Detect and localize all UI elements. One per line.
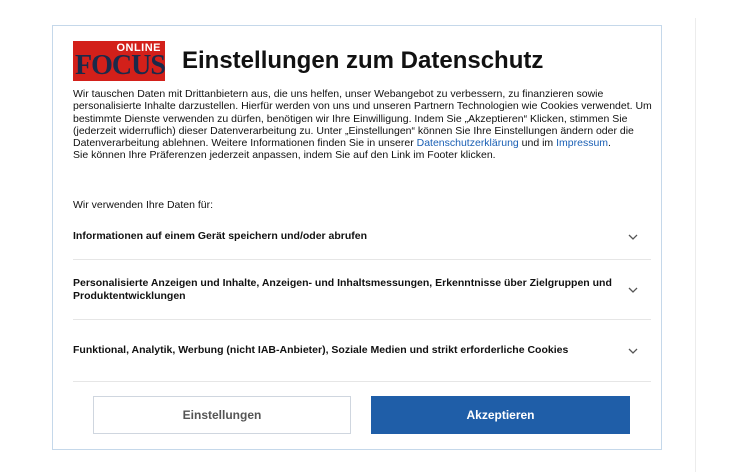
purpose-label: Personalisierte Anzeigen und Inhalte, An… bbox=[73, 277, 612, 302]
accept-button[interactable]: Akzeptieren bbox=[371, 396, 630, 434]
settings-button[interactable]: Einstellungen bbox=[93, 396, 351, 434]
page-divider bbox=[695, 18, 696, 472]
chevron-down-icon bbox=[628, 234, 638, 240]
chevron-down-icon bbox=[628, 348, 638, 354]
intro-text-part-3: . bbox=[608, 137, 611, 150]
purpose-label: Informationen auf einem Gerät speichern … bbox=[73, 230, 368, 243]
intro-text-part-2: und im bbox=[518, 137, 557, 150]
purpose-item-personalised-ads[interactable]: Personalisierte Anzeigen und Inhalte, An… bbox=[73, 260, 651, 320]
privacy-policy-link[interactable]: Datenschutzerklärung bbox=[417, 137, 519, 149]
dialog-title: Einstellungen zum Datenschutz bbox=[182, 47, 544, 74]
privacy-consent-dialog: ONLINE FOCUS Einstellungen zum Datenschu… bbox=[52, 25, 662, 450]
purpose-item-device-storage[interactable]: Informationen auf einem Gerät speichern … bbox=[73, 214, 651, 260]
purpose-item-functional-cookies[interactable]: Funktional, Analytik, Werbung (nicht IAB… bbox=[73, 320, 651, 382]
focus-online-logo: ONLINE FOCUS bbox=[73, 41, 166, 81]
logo-brand-text: FOCUS bbox=[75, 50, 166, 81]
purpose-label: Funktional, Analytik, Werbung (nicht IAB… bbox=[73, 344, 569, 357]
imprint-link[interactable]: Impressum bbox=[556, 137, 608, 149]
intro-text-part-4: Sie können Ihre Präferenzen jederzeit an… bbox=[73, 149, 496, 162]
dialog-header: ONLINE FOCUS Einstellungen zum Datenschu… bbox=[73, 41, 543, 81]
chevron-down-icon bbox=[628, 287, 638, 293]
intro-text: Wir tauschen Daten mit Drittanbietern au… bbox=[73, 88, 653, 162]
purposes-label: Wir verwenden Ihre Daten für: bbox=[73, 199, 214, 211]
logo-online-text: ONLINE bbox=[116, 42, 161, 54]
